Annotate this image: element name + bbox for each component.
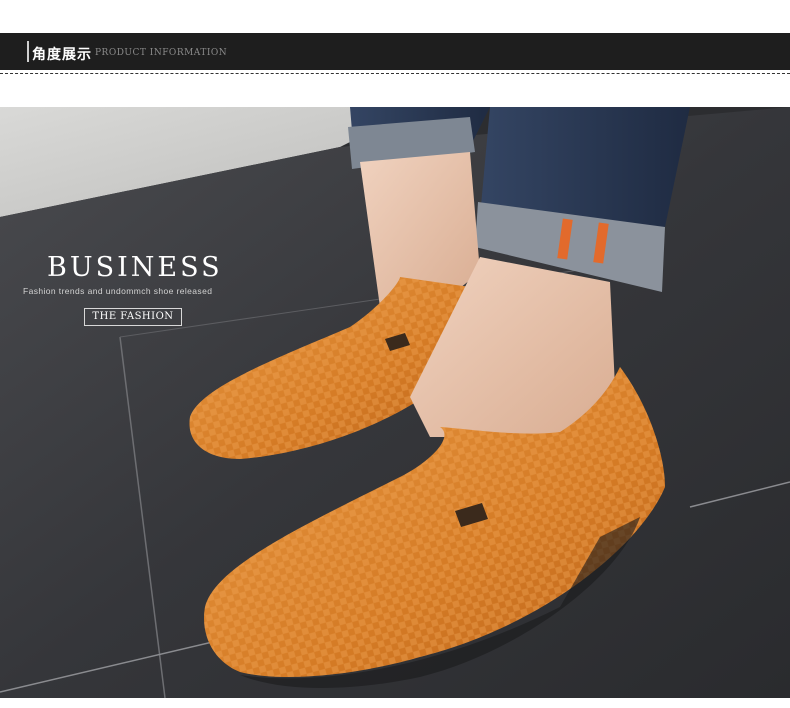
- product-photo: [0, 107, 790, 698]
- section-title: 角度展示: [32, 47, 92, 63]
- banner-badge: THE FASHION: [84, 308, 182, 326]
- header-accent-line: [27, 41, 29, 62]
- section-subtitle: PRODUCT INFORMATION: [95, 48, 228, 58]
- section-header: 角度展示 PRODUCT INFORMATION: [0, 33, 790, 70]
- banner-tagline: Fashion trends and undommch shoe release…: [23, 286, 213, 296]
- header-divider: [0, 73, 790, 74]
- product-photo-illustration: [0, 107, 790, 698]
- banner-title: BUSINESS: [47, 252, 223, 283]
